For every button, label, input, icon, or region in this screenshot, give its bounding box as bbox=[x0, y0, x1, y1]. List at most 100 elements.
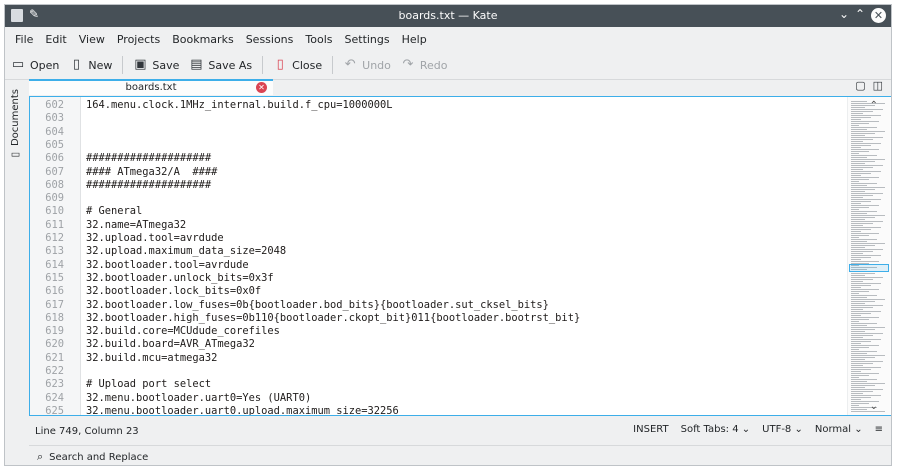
menu-icon[interactable]: ≡ bbox=[875, 424, 883, 435]
menu-bookmarks[interactable]: Bookmarks bbox=[166, 33, 239, 46]
redo-button[interactable]: ↷ Redo bbox=[401, 58, 447, 72]
maximize-icon[interactable]: ⌃ bbox=[855, 7, 865, 21]
code-line[interactable]: 32.bootloader.low_fuses=0b{bootloader.bo… bbox=[86, 299, 549, 312]
tab-boards-txt[interactable]: boards.txt ✕ bbox=[29, 79, 273, 95]
indentation-select[interactable]: Soft Tabs: 4 bbox=[681, 424, 751, 435]
minimap-line bbox=[851, 371, 861, 372]
minimap-line bbox=[851, 147, 861, 148]
minimap-line bbox=[851, 327, 885, 328]
code-line[interactable]: 32.bootloader.tool=avrdude bbox=[86, 259, 249, 272]
menu-settings[interactable]: Settings bbox=[339, 33, 396, 46]
minimap-line bbox=[851, 313, 871, 314]
line-number: 612 bbox=[45, 232, 64, 244]
minimap-line bbox=[851, 107, 865, 108]
line-number: 605 bbox=[45, 138, 64, 151]
code-line[interactable]: 32.bootloader.unlock_bits=0x3f bbox=[86, 272, 274, 285]
syntax-mode-select[interactable]: Normal bbox=[815, 424, 863, 435]
minimap-line bbox=[851, 389, 883, 390]
code-line[interactable]: 32.build.board=AVR_ATmega32 bbox=[86, 338, 255, 351]
split-view-icon[interactable]: ◫ bbox=[873, 79, 883, 92]
minimap-line bbox=[851, 237, 859, 238]
minimap-line bbox=[851, 247, 865, 248]
undo-label: Undo bbox=[362, 58, 391, 72]
search-and-replace-bar[interactable]: ⌕ Search and Replace bbox=[29, 445, 891, 465]
menu-view[interactable]: View bbox=[73, 33, 111, 46]
minimap-line bbox=[851, 315, 861, 316]
toolbar-separator bbox=[332, 56, 334, 74]
menu-sessions[interactable]: Sessions bbox=[240, 33, 300, 46]
minimap-line bbox=[851, 109, 883, 110]
search-label: Search and Replace bbox=[49, 451, 149, 463]
minimap[interactable] bbox=[847, 97, 890, 415]
code-line[interactable]: 32.build.core=MCUdude_corefiles bbox=[86, 325, 280, 338]
code-line[interactable]: 32.upload.maximum_data_size=2048 bbox=[86, 245, 286, 258]
new-button[interactable]: ▯ New bbox=[69, 58, 113, 72]
line-number: 607 bbox=[45, 165, 64, 178]
minimap-line bbox=[851, 363, 873, 364]
code-line[interactable]: 32.name=ATmega32 bbox=[86, 219, 186, 232]
code-line[interactable]: 32.menu.bootloader.uart0.upload.maximum_… bbox=[86, 405, 399, 415]
minimap-line bbox=[851, 239, 877, 240]
line-number: 603 bbox=[45, 112, 64, 125]
minimap-line bbox=[851, 243, 885, 244]
cursor-position[interactable]: Line 749, Column 23 bbox=[35, 426, 139, 437]
minimize-icon[interactable]: ⌄ bbox=[839, 7, 849, 21]
code-line[interactable]: 32.bootloader.lock_bits=0x0f bbox=[86, 285, 261, 298]
line-number: 618 bbox=[45, 311, 64, 324]
code-line[interactable]: 32.build.mcu=atmega32 bbox=[86, 352, 217, 365]
line-number: 623 bbox=[45, 378, 64, 391]
documents-label: Documents bbox=[10, 89, 21, 147]
menu-projects[interactable]: Projects bbox=[111, 33, 166, 46]
scroll-down-icon[interactable]: ⌄ bbox=[870, 401, 878, 412]
menu-file[interactable]: File bbox=[9, 33, 39, 46]
text-editor[interactable]: 602 164.menu.clock.1MHz_internal.build.f_… bbox=[29, 96, 891, 416]
code-line[interactable]: 164.menu.clock.1MHz_internal.build.f_cpu… bbox=[86, 99, 393, 112]
minimap-line bbox=[851, 119, 861, 120]
code-line[interactable]: 32.upload.tool=avrdude bbox=[86, 232, 224, 245]
code-line[interactable]: 32.bootloader.high_fuses=0b110{bootloade… bbox=[86, 312, 580, 325]
minimap-line bbox=[851, 365, 863, 366]
left-sidebar: ▭ Documents bbox=[5, 79, 29, 419]
code-line[interactable]: #################### bbox=[86, 152, 211, 165]
documents-icon: ▭ bbox=[10, 149, 21, 161]
minimap-line bbox=[851, 249, 883, 250]
minimap-line bbox=[851, 309, 863, 310]
open-button[interactable]: ▭ Open bbox=[11, 58, 60, 72]
minimap-preview bbox=[851, 101, 885, 412]
menu-help[interactable]: Help bbox=[396, 33, 433, 46]
line-number: 615 bbox=[45, 271, 64, 284]
close-window-icon[interactable]: ✕ bbox=[871, 8, 886, 23]
minimap-line bbox=[851, 179, 869, 180]
minimap-line bbox=[851, 291, 869, 292]
code-line[interactable]: # Upload port select bbox=[86, 378, 211, 391]
code-line[interactable]: #################### bbox=[86, 179, 211, 192]
code-line[interactable]: # General bbox=[86, 205, 142, 218]
menu-edit[interactable]: Edit bbox=[39, 33, 72, 46]
undo-button[interactable]: ↶ Undo bbox=[343, 58, 391, 72]
scroll-up-icon[interactable]: ⌃ bbox=[870, 100, 878, 111]
save-button[interactable]: ▣ Save bbox=[133, 58, 179, 72]
tab-close-icon[interactable]: ✕ bbox=[256, 82, 267, 93]
menu-tools[interactable]: Tools bbox=[299, 33, 338, 46]
minimap-line bbox=[851, 175, 861, 176]
input-mode[interactable]: INSERT bbox=[633, 424, 668, 435]
minimap-viewport[interactable] bbox=[849, 264, 889, 272]
documents-tab[interactable]: ▭ Documents bbox=[10, 89, 21, 160]
code-line[interactable]: #### ATmega32/A #### bbox=[86, 166, 217, 179]
encoding-select[interactable]: UTF-8 bbox=[762, 424, 803, 435]
minimap-line bbox=[851, 103, 885, 104]
minimap-line bbox=[851, 253, 863, 254]
save-label: Save bbox=[152, 58, 180, 72]
code-line[interactable]: 32.menu.bootloader.uart0=Yes (UART0) bbox=[86, 392, 311, 405]
close-label: Close bbox=[292, 58, 323, 72]
minimap-line bbox=[851, 411, 885, 412]
close-button[interactable]: ▯ Close bbox=[273, 58, 323, 72]
line-number: 602 bbox=[45, 99, 64, 111]
minimap-line bbox=[851, 307, 873, 308]
save-as-button[interactable]: ▤ Save As bbox=[189, 58, 252, 72]
main-toolbar: ▭ Open ▯ New ▣ Save ▤ Save As ▯ Close ↶ Undo ↷… bbox=[5, 51, 891, 80]
minimap-line bbox=[851, 207, 869, 208]
title-bar[interactable]: ✎ boards.txt — Kate ⌄ ⌃ ✕ bbox=[5, 5, 891, 27]
new-tab-icon[interactable]: ▢ bbox=[855, 79, 865, 92]
search-icon: ⌕ bbox=[37, 450, 44, 463]
